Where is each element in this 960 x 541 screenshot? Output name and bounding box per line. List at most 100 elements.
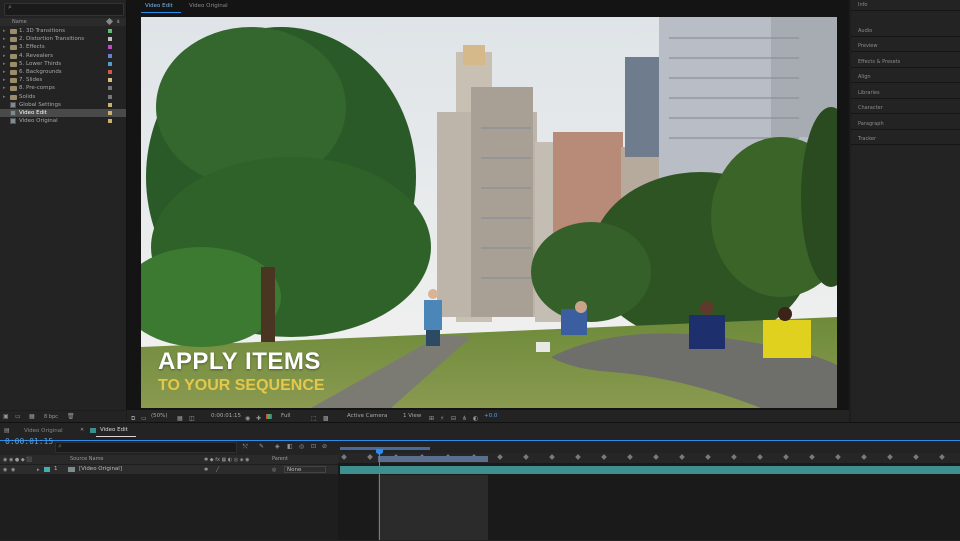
folder-icon [10, 29, 17, 34]
frame-blending-icon[interactable]: ◧ [287, 443, 293, 450]
project-item[interactable]: ▸ 3. Effects [0, 43, 126, 51]
layer-name[interactable]: [Video Original] [79, 465, 122, 474]
zoom-dropdown[interactable]: (50%) [151, 410, 168, 422]
parent-dropdown[interactable]: None [284, 466, 326, 473]
composition-icon [10, 101, 16, 108]
project-item[interactable]: ▸ 4. Revealers [0, 52, 126, 60]
close-tab-icon[interactable]: ✕ [80, 427, 84, 433]
graph-editor-icon[interactable]: ⊡ [311, 443, 316, 450]
panel-header[interactable]: Paragraph [851, 119, 960, 130]
video-frame[interactable]: APPLY ITEMS TO YOUR SEQUENCE [141, 17, 837, 408]
ruler-tick-icon [757, 454, 763, 460]
panel-header[interactable]: Character [851, 103, 960, 114]
playhead-line[interactable] [379, 450, 380, 540]
visibility-icon[interactable]: ◉ [3, 466, 7, 475]
expand-arrow-icon[interactable]: ▸ [3, 60, 6, 68]
timeline-tab-video-edit[interactable]: Video Edit [96, 426, 136, 437]
label-color-swatch[interactable] [108, 53, 112, 58]
timeline-search-input[interactable]: ⌕ [55, 442, 237, 453]
timeline-timecode[interactable]: 0:00:01:15 [5, 437, 53, 446]
camera-dropdown[interactable]: Active Camera [347, 410, 387, 422]
viewer-tab-video-edit[interactable]: Video Edit [141, 3, 181, 13]
project-item[interactable]: Video Original [0, 117, 126, 125]
av-features-icons: ◉ ◉ ● ◆ ⬛ [3, 457, 33, 463]
shy-layers-icon[interactable]: ◈ [275, 443, 280, 450]
project-item[interactable]: ▸ 1. 3D Transitions [0, 27, 126, 35]
panel-header[interactable]: Libraries [851, 88, 960, 99]
motion-blur-icon[interactable]: ◎ [299, 443, 304, 450]
label-color-swatch[interactable] [44, 467, 50, 472]
project-item[interactable]: ▸ 8. Pre-comps [0, 84, 126, 92]
comp-icon [68, 467, 75, 472]
label-color-swatch[interactable] [108, 61, 112, 66]
project-item[interactable]: Video Edit [0, 109, 126, 117]
source-name-column[interactable]: Source Name [70, 455, 104, 464]
viewer-timecode[interactable]: 0:00:01:15 [211, 410, 241, 422]
label-color-swatch[interactable] [108, 119, 112, 124]
layer-row[interactable]: ◉ ◉ ▸ 1 [Video Original] ✱ ╱ ◎ None [0, 465, 338, 474]
comp-mini-flowchart-icon[interactable]: ⤲ [243, 443, 248, 451]
resolution-dropdown[interactable]: Full [281, 410, 290, 422]
viewer-tab-video-original[interactable]: Video Original [189, 3, 228, 9]
views-dropdown[interactable]: 1 View [403, 410, 421, 422]
no-sign-icon[interactable]: ⊘ [322, 443, 327, 450]
label-color-swatch[interactable] [108, 86, 112, 91]
bpc-label[interactable]: 8 bpc [44, 414, 58, 420]
label-column-icon [105, 17, 114, 26]
expand-arrow-icon[interactable]: ▸ [3, 68, 6, 76]
panel-header[interactable]: Audio [851, 26, 960, 37]
expand-arrow-icon[interactable]: ▸ [3, 52, 6, 60]
project-item[interactable]: ▸ 6. Backgrounds [0, 68, 126, 76]
new-comp-icon[interactable]: ▦ [29, 413, 35, 420]
work-area-bar[interactable] [338, 445, 960, 453]
label-color-swatch[interactable] [108, 29, 112, 33]
panel-header[interactable]: Align [851, 72, 960, 83]
folder-icon [10, 78, 17, 84]
panel-menu-icon[interactable]: ▤ [4, 427, 10, 434]
label-color-swatch[interactable] [108, 45, 112, 50]
quality-switch-icon[interactable]: ╱ [216, 466, 219, 475]
search-icon: ⌕ [8, 3, 12, 11]
expand-arrow-icon[interactable]: ▸ [3, 84, 6, 92]
expand-arrow-icon[interactable]: ▸ [3, 93, 6, 101]
active-panel-highlight [0, 440, 960, 441]
expand-arrow-icon[interactable]: ▸ [3, 35, 6, 43]
project-column-header[interactable]: Name ⋔ [0, 17, 126, 26]
expand-arrow-icon[interactable]: ▸ [3, 76, 6, 84]
expand-arrow-icon[interactable]: ▸ [3, 43, 6, 51]
new-folder-icon[interactable]: ▭ [15, 413, 21, 420]
project-item[interactable]: Global Settings [0, 101, 126, 109]
preview-range-bar[interactable] [378, 456, 488, 462]
panel-header[interactable]: Info [851, 0, 960, 11]
project-item[interactable]: ▸ 5. Lower Thirds [0, 60, 126, 68]
label-color-swatch[interactable] [108, 94, 112, 99]
label-color-swatch[interactable] [108, 102, 112, 107]
parent-column[interactable]: Parent [272, 455, 288, 464]
label-color-swatch[interactable] [108, 78, 112, 83]
project-item[interactable]: ▸ Solids [0, 93, 126, 101]
panel-header[interactable]: Preview [851, 41, 960, 52]
project-search-input[interactable]: ⌕ [4, 3, 124, 16]
work-area-range[interactable] [340, 447, 430, 450]
panel-header[interactable]: Effects & Presets [851, 57, 960, 68]
project-item[interactable]: ▸ 7. Slides [0, 76, 126, 84]
layer-duration-bar[interactable] [340, 466, 960, 474]
pickwhip-icon[interactable]: ◎ [272, 466, 276, 475]
expand-arrow-icon[interactable]: ▸ [37, 466, 40, 475]
label-color-swatch[interactable] [108, 70, 112, 74]
layer-columns-header: ◉ ◉ ● ◆ ⬛ Source Name ✱ ◆ fx ▦ ◐ ◎ ◈ ◉ P… [0, 455, 338, 464]
interpret-footage-icon[interactable]: ▣ [3, 413, 9, 420]
expand-arrow-icon[interactable]: ▸ [3, 27, 6, 35]
panel-header[interactable]: Tracker [851, 134, 960, 145]
audio-icon[interactable]: ◉ [11, 466, 15, 475]
trash-icon[interactable]: 🗑 [67, 413, 75, 420]
project-item[interactable]: ▸ 2. Distortion Transitions [0, 35, 126, 43]
channel-icon[interactable] [266, 414, 272, 419]
draft-3d-icon[interactable]: ✎ [259, 443, 264, 450]
collapse-switch-icon[interactable]: ✱ [204, 466, 208, 475]
ruler-tick-icon [679, 454, 685, 460]
label-color-swatch[interactable] [108, 37, 112, 42]
exposure-value[interactable]: +0.0 [484, 410, 497, 422]
timeline-tab-video-original[interactable]: Video Original [24, 428, 63, 434]
label-color-swatch[interactable] [108, 111, 112, 115]
